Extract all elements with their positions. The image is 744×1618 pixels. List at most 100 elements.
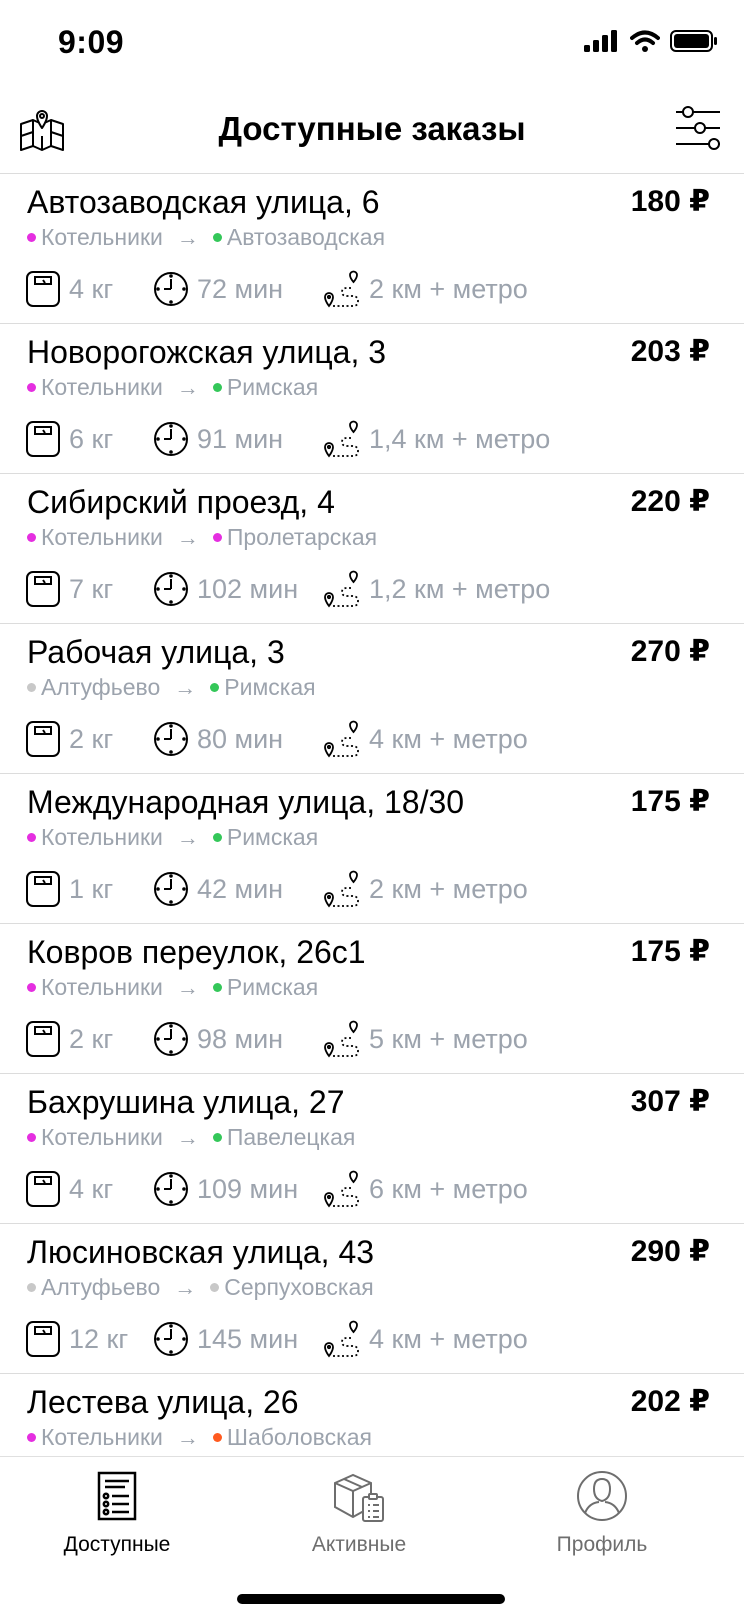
order-meta: 2 кг 80 мин 4 км + метро xyxy=(25,718,528,760)
order-price: 220 ₽ xyxy=(630,485,710,518)
tab-profile[interactable]: Профиль xyxy=(502,1457,702,1561)
weight-info: 2 кг xyxy=(25,1020,153,1058)
destination-metro-dot xyxy=(212,983,222,992)
distance-info: 1,4 км + метро xyxy=(323,419,550,459)
order-route: Котельники → Римская xyxy=(27,374,318,401)
order-card-8[interactable]: Люсиновская улица, 43 290 ₽ Алтуфьево → … xyxy=(0,1224,744,1374)
tab-available[interactable]: Доступные xyxy=(17,1457,217,1561)
weight-value: 6 кг xyxy=(69,423,114,454)
time-value: 91 мин xyxy=(197,423,284,454)
order-meta: 6 кг 91 мин 1,4 км + метро xyxy=(25,418,550,460)
origin-station: Котельники xyxy=(41,224,163,250)
order-card-5[interactable]: Международная улица, 18/30 175 ₽ Котельн… xyxy=(0,774,744,924)
distance-info: 5 км + метро xyxy=(323,1019,528,1059)
weight-info: 4 кг xyxy=(25,270,153,308)
order-meta: 12 кг 145 мин 4 км + метро xyxy=(25,1318,528,1360)
distance-value: 2 км + метро xyxy=(369,873,528,904)
order-price: 180 ₽ xyxy=(630,185,710,218)
order-card-2[interactable]: Новорогожская улица, 3 203 ₽ Котельники … xyxy=(0,324,744,474)
order-meta: 2 кг 98 мин 5 км + метро xyxy=(25,1018,528,1060)
origin-metro-dot xyxy=(27,833,36,842)
route-icon xyxy=(324,720,359,758)
profile-icon xyxy=(577,1471,627,1521)
arrow-right-icon: → xyxy=(176,224,199,250)
distance-value: 2 км + метро xyxy=(369,273,528,304)
time-info: 91 мин xyxy=(153,421,323,457)
weight-info: 1 кг xyxy=(25,870,153,908)
scale-icon xyxy=(26,1171,60,1207)
time-value: 98 мин xyxy=(197,1023,284,1054)
order-price: 175 ₽ xyxy=(630,785,710,818)
scale-icon xyxy=(26,1021,60,1057)
destination-station: Павелецкая xyxy=(226,1124,356,1150)
order-route: Котельники → Автозаводская xyxy=(27,224,385,251)
order-price: 307 ₽ xyxy=(630,1085,710,1118)
weight-info: 12 кг xyxy=(25,1320,153,1358)
destination-metro-dot xyxy=(210,683,220,692)
order-price: 203 ₽ xyxy=(630,335,710,368)
order-address: Лестева улица, 26 xyxy=(27,1384,299,1420)
time-info: 72 мин xyxy=(153,271,323,307)
route-icon xyxy=(324,420,359,458)
order-card-6[interactable]: Ковров переулок, 26с1 175 ₽ Котельники →… xyxy=(0,924,744,1074)
arrow-right-icon: → xyxy=(174,674,197,700)
destination-station: Римская xyxy=(226,374,319,400)
clock-icon xyxy=(154,1022,188,1056)
clock-icon xyxy=(154,722,188,756)
order-route: Алтуфьево → Серпуховская xyxy=(27,1274,374,1301)
weight-info: 2 кг xyxy=(25,720,153,758)
tab-active[interactable]: Активные xyxy=(259,1457,459,1561)
order-address: Международная улица, 18/30 xyxy=(27,784,465,820)
order-route: Котельники → Пролетарская xyxy=(27,524,377,551)
time-info: 145 мин xyxy=(153,1321,323,1357)
weight-info: 4 кг xyxy=(25,1170,153,1208)
order-card-9[interactable]: Лестева улица, 26 202 ₽ Котельники → Шаб… xyxy=(0,1374,744,1456)
status-bar: 9:09 xyxy=(0,0,744,88)
status-time: 9:09 xyxy=(58,24,125,60)
order-meta: 4 кг 109 мин 6 км + метро xyxy=(25,1168,528,1210)
destination-metro-dot xyxy=(212,833,222,842)
order-address: Бахрушина улица, 27 xyxy=(27,1084,345,1120)
distance-info: 4 км + метро xyxy=(323,719,528,759)
order-price: 290 ₽ xyxy=(630,1235,710,1268)
order-address: Рабочая улица, 3 xyxy=(27,634,285,670)
origin-metro-dot xyxy=(27,1433,36,1442)
weight-value: 1 кг xyxy=(69,873,114,904)
order-card-1[interactable]: Автозаводская улица, 6 180 ₽ Котельники … xyxy=(0,174,744,324)
distance-info: 4 км + метро xyxy=(323,1319,528,1359)
page-title: Доступные заказы xyxy=(218,110,526,147)
order-route: Котельники → Римская xyxy=(27,824,318,851)
arrow-right-icon: → xyxy=(176,824,199,850)
time-info: 80 мин xyxy=(153,721,323,757)
order-card-3[interactable]: Сибирский проезд, 4 220 ₽ Котельники → П… xyxy=(0,474,744,624)
origin-station: Котельники xyxy=(41,824,163,850)
destination-station: Автозаводская xyxy=(226,224,386,250)
signal-icon xyxy=(584,30,617,52)
distance-info: 2 км + метро xyxy=(323,269,528,309)
origin-metro-dot xyxy=(27,383,36,392)
distance-value: 1,2 км + метро xyxy=(369,573,551,604)
home-indicator xyxy=(237,1594,505,1604)
order-card-4[interactable]: Рабочая улица, 3 270 ₽ Алтуфьево → Римск… xyxy=(0,624,744,774)
route-icon xyxy=(324,870,359,908)
origin-metro-dot xyxy=(27,1133,36,1142)
destination-station: Шаболовская xyxy=(226,1424,372,1450)
weight-value: 7 кг xyxy=(69,573,114,604)
order-card-7[interactable]: Бахрушина улица, 27 307 ₽ Котельники → П… xyxy=(0,1074,744,1224)
origin-metro-dot xyxy=(27,233,36,242)
clock-icon xyxy=(154,572,188,606)
order-meta: 7 кг 102 мин 1,2 км + метро xyxy=(25,568,550,610)
tab-label-profile: Профиль xyxy=(556,1533,648,1556)
weight-value: 2 кг xyxy=(69,723,114,754)
time-value: 80 мин xyxy=(197,723,284,754)
destination-metro-dot xyxy=(212,1133,222,1142)
order-list[interactable]: Автозаводская улица, 6 180 ₽ Котельники … xyxy=(0,174,744,1456)
destination-metro-dot xyxy=(212,1433,222,1442)
origin-station: Алтуфьево xyxy=(41,674,161,700)
battery-icon xyxy=(670,30,717,52)
clock-icon xyxy=(154,422,188,456)
origin-metro-dot xyxy=(27,533,36,542)
origin-station: Котельники xyxy=(41,524,163,550)
filter-button[interactable] xyxy=(674,104,722,156)
wifi-icon xyxy=(630,30,660,52)
